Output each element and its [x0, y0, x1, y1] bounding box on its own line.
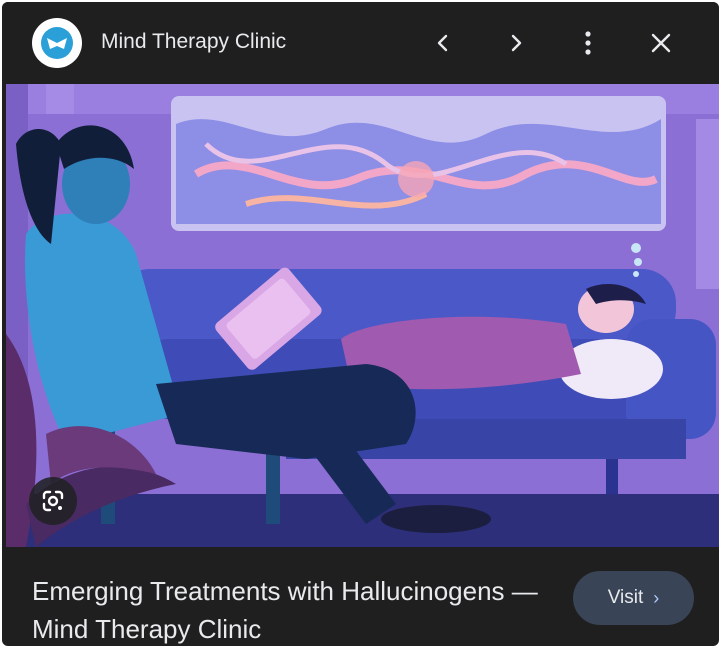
more-vert-icon	[585, 31, 591, 55]
close-button[interactable]	[642, 24, 680, 62]
close-icon	[651, 33, 671, 53]
therapy-session-illustration	[6, 84, 719, 547]
site-logo[interactable]	[32, 18, 82, 68]
chevron-right-icon	[511, 34, 522, 52]
visit-label: Visit	[607, 587, 644, 608]
site-name[interactable]: Mind Therapy Clinic	[101, 30, 286, 54]
chat-bubble-logo-icon	[41, 27, 73, 59]
lens-search-button[interactable]	[29, 477, 77, 525]
google-lens-icon	[42, 490, 64, 512]
image-preview-panel: Mind Therapy Clinic Emerging Treatments …	[2, 2, 719, 646]
visit-button[interactable]: Visit ›	[573, 571, 694, 625]
result-title[interactable]: Emerging Treatments with Hallucinogens —…	[32, 572, 552, 646]
more-options-button[interactable]	[569, 24, 607, 62]
chevron-left-icon	[437, 34, 448, 52]
previous-button[interactable]	[424, 24, 462, 62]
chevron-right-icon: ›	[653, 587, 660, 608]
preview-image[interactable]	[6, 84, 719, 547]
next-button[interactable]	[497, 24, 535, 62]
preview-header: Mind Therapy Clinic	[2, 2, 719, 84]
